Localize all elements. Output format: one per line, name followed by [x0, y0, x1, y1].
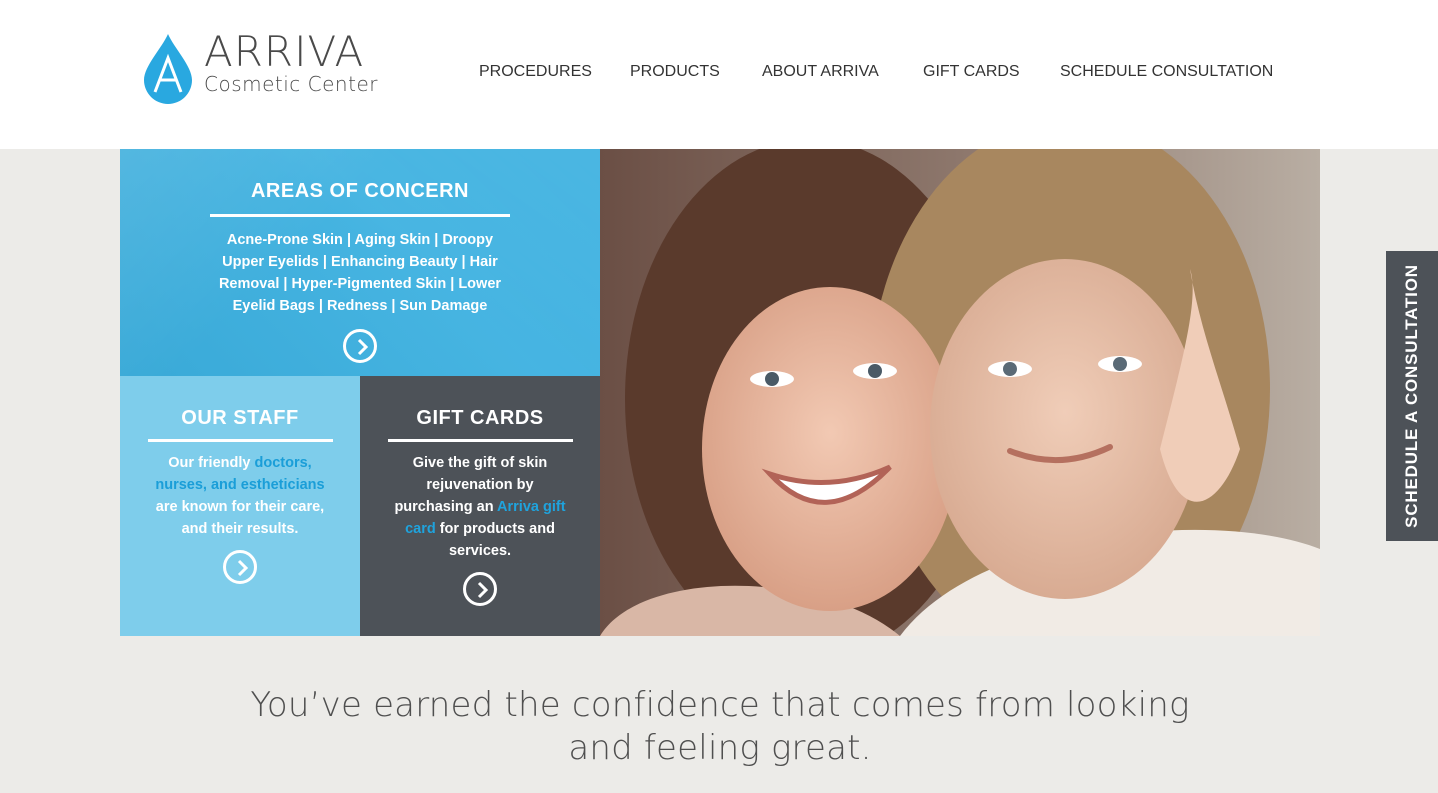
areas-of-concern-title: AREAS OF CONCERN	[250, 180, 469, 202]
brand-logo[interactable]: ARRIVA Cosmetic Center	[142, 30, 392, 106]
hero-photo	[600, 149, 1320, 636]
our-staff-arrow-button[interactable]	[223, 550, 257, 584]
our-staff-description: Our friendly doctors, nurses, and esthet…	[145, 452, 335, 540]
nav-item-schedule-consultation[interactable]: SCHEDULE CONSULTATION	[1060, 62, 1273, 82]
chevron-right-icon	[237, 559, 249, 577]
schedule-consultation-side-tab[interactable]: SCHEDULE A CONSULTATION	[1386, 251, 1438, 541]
site-header: ARRIVA Cosmetic Center PROCEDURES PRODUC…	[0, 0, 1438, 149]
gift-cards-tile[interactable]: GIFT CARDS Give the gift of skin rejuven…	[360, 376, 600, 636]
nav-item-gift-cards[interactable]: GIFT CARDS	[923, 62, 1020, 82]
our-staff-text-post: are known for their care, and their resu…	[155, 499, 325, 537]
areas-of-concern-list: Acne-Prone Skin | Aging Skin | Droopy Up…	[218, 232, 502, 314]
gift-cards-arrow-button[interactable]	[463, 572, 497, 606]
nav-item-about-arriva[interactable]: ABOUT ARRIVA	[762, 62, 879, 82]
water-drop-logo-icon	[144, 34, 192, 104]
title-divider	[388, 439, 573, 442]
tagline-line-1: You’ve earned the confidence that comes …	[250, 685, 1190, 725]
areas-of-concern-arrow-button[interactable]	[343, 329, 377, 363]
chevron-right-icon	[477, 581, 489, 599]
nav-item-products[interactable]: PRODUCTS	[630, 62, 720, 82]
gift-cards-text-post: for products and services.	[435, 521, 555, 559]
our-staff-title: OUR STAFF	[181, 407, 299, 429]
brand-subtitle: Cosmetic Center	[204, 72, 378, 96]
title-divider	[148, 439, 333, 442]
two-smiling-women-image	[600, 149, 1320, 636]
brand-name: ARRIVA	[204, 27, 365, 76]
our-staff-tile[interactable]: OUR STAFF Our friendly doctors, nurses, …	[120, 376, 360, 636]
side-tab-label: SCHEDULE A CONSULTATION	[1402, 264, 1421, 528]
gift-cards-description: Give the gift of skin rejuvenation by pu…	[388, 452, 572, 562]
title-divider	[210, 214, 510, 217]
tagline-line-2: and feeling great.	[568, 728, 872, 768]
chevron-right-icon	[357, 338, 369, 356]
areas-of-concern-tile[interactable]: AREAS OF CONCERN Acne-Prone Skin | Aging…	[120, 149, 600, 376]
tagline: You’ve earned the confidence that comes …	[120, 684, 1320, 770]
our-staff-text-pre: Our friendly	[168, 455, 255, 471]
nav-item-procedures[interactable]: PROCEDURES	[479, 62, 592, 82]
gift-cards-title: GIFT CARDS	[416, 407, 544, 429]
